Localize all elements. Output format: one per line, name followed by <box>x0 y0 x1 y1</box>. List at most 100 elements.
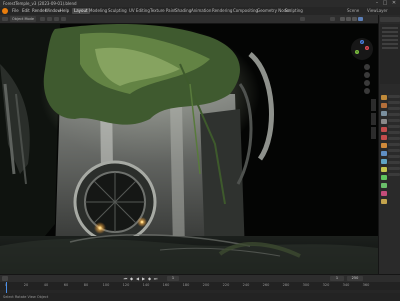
minimize-icon[interactable]: – <box>374 1 380 6</box>
tab-sculpting[interactable]: Sculpting <box>106 8 129 14</box>
editor-type-icon[interactable] <box>2 276 8 281</box>
outliner-list[interactable] <box>380 24 400 84</box>
property-field[interactable] <box>388 125 400 128</box>
property-field[interactable] <box>388 137 400 140</box>
z-axis-handle[interactable]: Z <box>360 40 364 44</box>
sidebar-tab-view[interactable] <box>371 127 376 139</box>
timeline-editor: ⏮ ◆ ◀ ▶ ◆ ⏭ 1 1 250 0 20 40 60 80 100 12… <box>0 274 400 301</box>
perspective-toggle-icon[interactable] <box>364 88 370 94</box>
skip-end-icon[interactable]: ⏭ <box>153 276 158 281</box>
scene-selector[interactable]: Scene <box>346 8 360 14</box>
select-menu[interactable] <box>47 17 52 21</box>
tool-props-icon[interactable] <box>381 95 387 100</box>
next-key-icon[interactable]: ◆ <box>147 276 152 281</box>
wireframe-shading-icon[interactable] <box>340 17 345 21</box>
object-mode-dropdown[interactable]: Object Mode <box>10 16 37 22</box>
frame-tick: 120 <box>122 283 130 287</box>
world-props-icon[interactable] <box>381 135 387 140</box>
start-frame-field[interactable]: 1 <box>330 276 344 281</box>
outliner-header[interactable] <box>380 17 400 22</box>
constraint-props-icon[interactable] <box>381 175 387 180</box>
modifier-props-icon[interactable] <box>381 151 387 156</box>
close-icon[interactable]: ✕ <box>391 1 397 6</box>
editor-type-icon[interactable] <box>2 17 8 21</box>
data-props-icon[interactable] <box>381 183 387 188</box>
rendered-shading-icon[interactable] <box>358 17 363 21</box>
frame-tick: 360 <box>362 283 370 287</box>
3d-viewport[interactable]: X Z Y <box>0 24 378 274</box>
sidebar-tab-item[interactable] <box>371 99 376 111</box>
frame-tick: 280 <box>282 283 290 287</box>
overlay-icon[interactable] <box>300 17 305 21</box>
sidebar-tab-tool[interactable] <box>371 113 376 125</box>
property-field[interactable] <box>388 143 400 146</box>
prev-key-icon[interactable]: ◆ <box>129 276 134 281</box>
frame-ruler[interactable]: 0 20 40 60 80 100 120 140 160 180 200 22… <box>0 282 400 290</box>
camera-view-icon[interactable] <box>364 80 370 86</box>
playhead[interactable] <box>6 282 7 293</box>
object-props-icon[interactable] <box>381 143 387 148</box>
frame-tick: 220 <box>222 283 230 287</box>
property-field[interactable] <box>388 149 400 152</box>
add-menu[interactable] <box>54 17 59 21</box>
outliner-row[interactable] <box>382 31 398 33</box>
navigation-gizmo[interactable]: X Z Y <box>351 38 373 60</box>
end-frame-field[interactable]: 250 <box>347 276 363 281</box>
property-field[interactable] <box>388 167 400 170</box>
frame-tick: 40 <box>43 283 49 287</box>
physics-props-icon[interactable] <box>381 167 387 172</box>
solid-shading-icon[interactable] <box>346 17 351 21</box>
xray-icon[interactable] <box>330 17 335 21</box>
material-shading-icon[interactable] <box>352 17 357 21</box>
skip-start-icon[interactable]: ⏮ <box>123 276 128 281</box>
outliner-row[interactable] <box>382 27 398 29</box>
play-reverse-icon[interactable]: ◀ <box>135 276 140 281</box>
menu-bar: File Edit Render Window Help Layout Mode… <box>0 7 400 15</box>
timeline-header: ⏮ ◆ ◀ ▶ ◆ ⏭ 1 1 250 <box>0 275 400 282</box>
title-bar: ForestTemple_v3 (2023-09-01).blend – □ ✕ <box>0 0 400 7</box>
maximize-icon[interactable]: □ <box>382 1 388 6</box>
menu-help[interactable]: Help <box>59 8 70 14</box>
outliner-row[interactable] <box>382 39 398 41</box>
particle-props-icon[interactable] <box>381 159 387 164</box>
material-props-icon[interactable] <box>381 191 387 196</box>
frame-tick: 320 <box>322 283 330 287</box>
property-field[interactable] <box>388 95 400 98</box>
frame-tick: 140 <box>142 283 150 287</box>
property-field[interactable] <box>388 101 400 104</box>
frame-tick: 180 <box>182 283 190 287</box>
view-menu[interactable] <box>40 17 45 21</box>
current-frame-field[interactable]: 1 <box>167 276 179 281</box>
x-axis-handle[interactable]: X <box>365 46 369 50</box>
view-layer-selector[interactable]: ViewLayer <box>366 8 389 14</box>
property-field[interactable] <box>388 119 400 122</box>
object-menu[interactable] <box>61 17 66 21</box>
frame-tick: 300 <box>302 283 310 287</box>
property-field[interactable] <box>388 113 400 116</box>
outliner-row[interactable] <box>382 35 398 37</box>
menu-edit[interactable]: Edit <box>21 8 31 14</box>
frame-tick: 60 <box>63 283 69 287</box>
pan-icon[interactable] <box>364 72 370 78</box>
render-props-icon[interactable] <box>381 103 387 108</box>
outliner-row[interactable] <box>382 47 398 49</box>
property-field[interactable] <box>388 173 400 176</box>
view-layer-props-icon[interactable] <box>381 119 387 124</box>
tab-scripting[interactable]: Scripting <box>283 8 305 14</box>
property-field[interactable] <box>388 161 400 164</box>
play-icon[interactable]: ▶ <box>141 276 146 281</box>
window-title: ForestTemple_v3 (2023-09-01).blend <box>3 1 77 6</box>
property-field[interactable] <box>388 131 400 134</box>
y-axis-handle[interactable]: Y <box>355 50 359 54</box>
texture-props-icon[interactable] <box>381 199 387 204</box>
outliner-row[interactable] <box>382 43 398 45</box>
property-field[interactable] <box>388 107 400 110</box>
zoom-icon[interactable] <box>364 64 370 70</box>
frame-tick: 160 <box>162 283 170 287</box>
menu-file[interactable]: File <box>11 8 20 14</box>
blender-logo-icon[interactable] <box>2 8 8 14</box>
scene-props-icon[interactable] <box>381 127 387 132</box>
property-field[interactable] <box>388 155 400 158</box>
output-props-icon[interactable] <box>381 111 387 116</box>
properties-panel <box>378 15 400 274</box>
